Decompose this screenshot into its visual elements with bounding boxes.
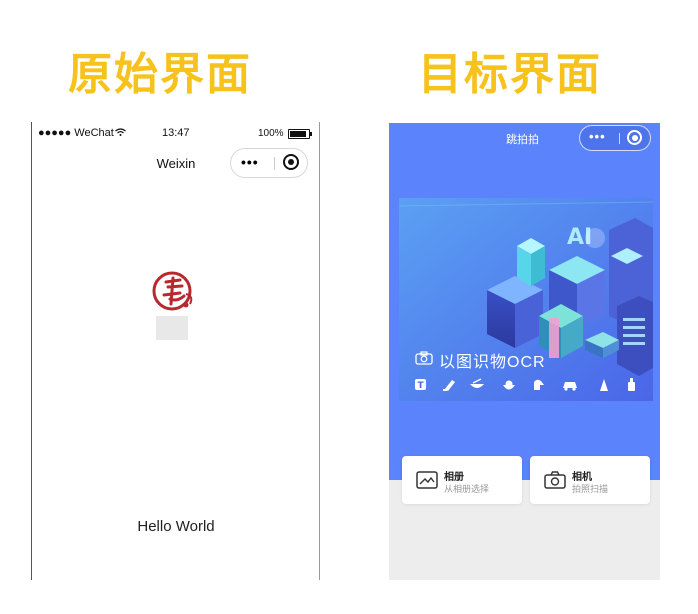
carrier-label: ●●●●● WeChat xyxy=(38,127,126,139)
banner-caption: 以图识物OCR xyxy=(439,354,546,371)
svg-text:T: T xyxy=(418,381,425,391)
camera-icon xyxy=(544,471,566,489)
wine-icon xyxy=(628,378,635,391)
landmark-icon xyxy=(600,379,608,391)
more-menu-button[interactable]: ••• xyxy=(241,154,259,170)
camera-title: 相机 xyxy=(572,472,592,483)
album-icon xyxy=(416,471,438,489)
battery-icon xyxy=(288,129,312,139)
album-subtitle: 从相册选择 xyxy=(444,484,490,494)
original-phone-screen: ●●●●● WeChat 13:47 100% Weixin ••• Hello… xyxy=(31,122,320,580)
capsule-divider xyxy=(619,133,620,144)
blurred-nickname xyxy=(156,316,188,340)
original-interface-heading: 原始界面 xyxy=(68,49,252,100)
target-interface-heading: 目标界面 xyxy=(418,49,602,100)
status-bar: ●●●●● WeChat 13:47 100% xyxy=(32,122,319,144)
mini-program-capsule: ••• xyxy=(579,125,651,151)
more-menu-button[interactable]: ••• xyxy=(589,129,606,144)
close-target-button[interactable] xyxy=(627,130,642,145)
avatar xyxy=(152,271,193,311)
ocr-banner[interactable]: AI 以图识物OCR T xyxy=(398,198,654,401)
close-target-button[interactable] xyxy=(283,154,299,170)
album-title: 相册 xyxy=(444,472,464,483)
car-icon xyxy=(563,382,577,391)
hello-world-text: Hello World xyxy=(137,518,215,535)
mini-program-capsule: ••• xyxy=(230,148,308,178)
status-time: 13:47 xyxy=(162,127,190,139)
album-card[interactable]: 相册 从相册选择 xyxy=(402,456,522,504)
wifi-icon xyxy=(114,128,126,136)
capsule-divider xyxy=(274,157,275,170)
battery-percent: 100% xyxy=(258,128,284,139)
edit-icon xyxy=(443,380,455,391)
target-phone-screen: 跳拍拍 ••• AI 以图识物OCR T 相册 从相册选择 相机 拍照扫描 xyxy=(389,123,660,580)
camera-subtitle: 拍照扫描 xyxy=(572,484,609,494)
nav-title: 跳拍拍 xyxy=(506,134,539,146)
category-icons-row: T xyxy=(415,378,635,391)
flower-icon xyxy=(503,380,515,390)
text-icon: T xyxy=(415,379,426,391)
camera-icon xyxy=(415,351,433,365)
animal-icon xyxy=(534,379,544,390)
food-icon xyxy=(470,378,484,388)
camera-card[interactable]: 相机 拍照扫描 xyxy=(530,456,650,504)
